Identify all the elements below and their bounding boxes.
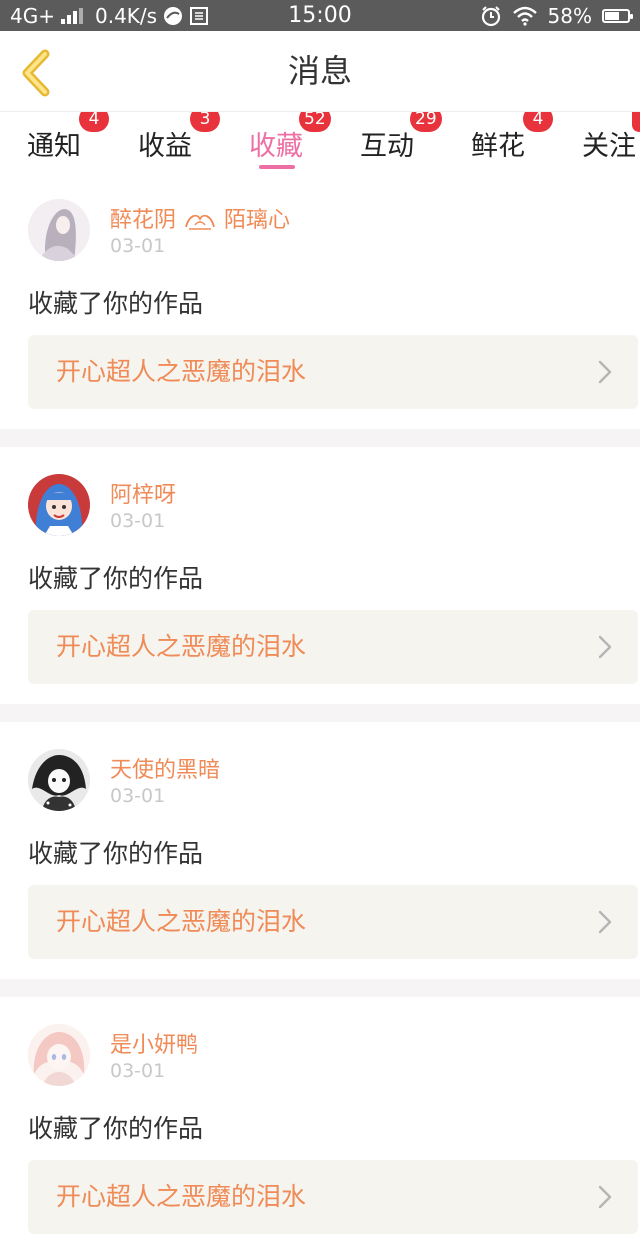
work-title: 开心超人之恶魔的泪水 xyxy=(56,632,307,661)
unread-badge: 4 xyxy=(523,112,553,132)
favorites-feed: 醉花阴 陌璃心 03-01 收藏了你的作品 开心超人之恶魔的泪水 阿梓呀 03-… xyxy=(0,172,640,1254)
avatar[interactable] xyxy=(28,1024,90,1086)
chevron-right-icon xyxy=(598,360,612,384)
action-text: 收藏了你的作品 xyxy=(28,564,204,593)
work-link[interactable]: 开心超人之恶魔的泪水 xyxy=(28,335,638,409)
user-name[interactable]: 天使的黑暗 xyxy=(110,752,220,784)
work-link[interactable]: 开心超人之恶魔的泪水 xyxy=(28,1160,638,1234)
post-date: 03-01 xyxy=(110,785,166,807)
header: 消息 xyxy=(0,31,640,112)
unread-badge: 29 xyxy=(410,112,442,132)
tab-label: 互动 xyxy=(360,131,414,162)
tab-label: 收藏 xyxy=(249,131,303,162)
action-text: 收藏了你的作品 xyxy=(28,839,204,868)
active-tab-indicator xyxy=(259,165,295,169)
avatar[interactable] xyxy=(28,749,90,811)
post-date: 03-01 xyxy=(110,1060,166,1082)
user-emblem-icon xyxy=(185,214,215,230)
status-right: 58% xyxy=(480,0,633,31)
list-item: 阿梓呀 03-01 收藏了你的作品 开心超人之恶魔的泪水 xyxy=(0,447,640,704)
list-item: 醉花阴 陌璃心 03-01 收藏了你的作品 开心超人之恶魔的泪水 xyxy=(0,172,640,429)
divider xyxy=(0,979,640,997)
work-title: 开心超人之恶魔的泪水 xyxy=(56,1182,307,1211)
alarm-icon xyxy=(481,5,500,26)
category-tabs: 通知 4 收益 3 收藏 52 互动 29 鲜花 4 关注 xyxy=(0,112,640,172)
battery-percent: 58% xyxy=(547,3,592,28)
work-link[interactable]: 开心超人之恶魔的泪水 xyxy=(28,885,638,959)
avatar-image xyxy=(28,749,90,811)
avatar-image xyxy=(28,474,90,536)
status-bar: 4G+ 0.4K/s 15:00 58% xyxy=(0,0,640,31)
user-name[interactable]: 阿梓呀 xyxy=(110,477,176,509)
page-title: 消息 xyxy=(287,52,352,90)
action-text: 收藏了你的作品 xyxy=(28,289,204,318)
chevron-right-icon xyxy=(598,635,612,659)
work-title: 开心超人之恶魔的泪水 xyxy=(56,907,307,936)
chevron-right-icon xyxy=(598,1185,612,1209)
avatar-image xyxy=(28,1024,90,1086)
wifi-icon xyxy=(512,6,537,26)
avatar[interactable] xyxy=(28,474,90,536)
list-item: 天使的黑暗 03-01 收藏了你的作品 开心超人之恶魔的泪水 xyxy=(0,722,640,979)
tab-label: 收益 xyxy=(138,131,192,162)
unread-badge: 4 xyxy=(79,112,109,132)
unread-badge: 52 xyxy=(299,112,331,132)
divider xyxy=(0,429,640,447)
chevron-right-icon xyxy=(598,910,612,934)
battery-icon xyxy=(602,8,633,23)
action-text: 收藏了你的作品 xyxy=(28,1114,204,1143)
work-link[interactable]: 开心超人之恶魔的泪水 xyxy=(28,610,638,684)
post-date: 03-01 xyxy=(110,235,166,257)
avatar[interactable] xyxy=(28,199,90,261)
divider xyxy=(0,704,640,722)
post-date: 03-01 xyxy=(110,510,166,532)
unread-badge xyxy=(632,112,640,132)
user-name[interactable]: 是小妍鸭 xyxy=(110,1027,198,1059)
list-item: 是小妍鸭 03-01 收藏了你的作品 开心超人之恶魔的泪水 xyxy=(0,997,640,1254)
tab-label: 鲜花 xyxy=(471,131,525,162)
tab-label: 关注 xyxy=(582,131,636,162)
user-name[interactable]: 醉花阴 陌璃心 xyxy=(110,202,290,234)
tab-label: 通知 xyxy=(27,131,81,162)
avatar-image xyxy=(28,199,90,261)
work-title: 开心超人之恶魔的泪水 xyxy=(56,357,307,386)
unread-badge: 3 xyxy=(190,112,220,132)
